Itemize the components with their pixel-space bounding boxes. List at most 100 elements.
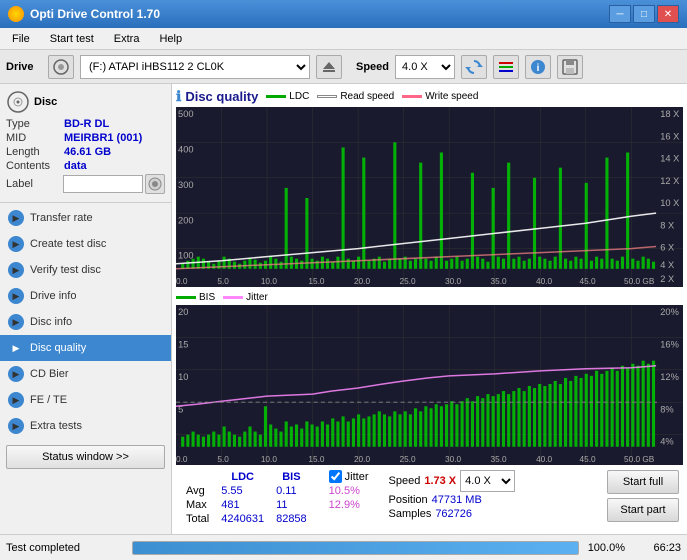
chart-title: ℹ Disc quality [176,88,258,105]
menubar: File Start test Extra Help [0,28,687,50]
nav-drive-info[interactable]: ▶ Drive info [0,283,171,309]
save-icon-btn[interactable] [557,55,583,79]
create-test-disc-icon: ▶ [8,236,24,252]
menu-file[interactable]: File [4,31,38,47]
jitter-checkbox[interactable] [329,470,342,483]
disc-mid-row: MID MEIRBR1 (001) [6,132,165,144]
nav-disc-quality[interactable]: ▶ Disc quality [0,335,171,361]
main-area: Disc Type BD-R DL MID MEIRBR1 (001) Leng… [0,84,687,534]
svg-text:200: 200 [178,215,194,225]
svg-text:8%: 8% [660,404,673,414]
jitter-max-row: 12.9% [329,499,369,511]
start-full-button[interactable]: Start full [607,470,679,494]
legend-bis: BIS [176,292,215,303]
svg-text:i: i [537,63,540,74]
svg-text:6 X: 6 X [660,243,674,253]
menu-extra[interactable]: Extra [106,31,148,47]
extra-tests-icon: ▶ [8,418,24,434]
speed-select[interactable]: 4.0 X [460,470,515,492]
nav-disc-quality-label: Disc quality [30,342,86,354]
mid-value: MEIRBR1 (001) [64,132,142,144]
svg-text:35.0: 35.0 [491,277,508,286]
svg-text:45.0: 45.0 [580,455,597,464]
legend-write-speed: Write speed [402,91,478,102]
jitter-avg: 10.5% [329,485,360,497]
status-window-button[interactable]: Status window >> [6,445,165,469]
nav-transfer-rate[interactable]: ▶ Transfer rate [0,205,171,231]
nav-disc-info[interactable]: ▶ Disc info [0,309,171,335]
info-icon-btn[interactable]: i [525,55,551,79]
length-label: Length [6,146,64,158]
svg-text:10.0: 10.0 [261,455,278,464]
avg-label: Avg [180,484,215,498]
disc-info-icon: ▶ [8,314,24,330]
jitter-stats: Jitter 10.5% 12.9% [329,470,369,511]
label-label: Label [6,178,63,190]
total-ldc: 4240631 [215,512,270,526]
total-bis: 82858 [270,512,313,526]
svg-text:20%: 20% [660,307,679,317]
verify-test-disc-icon: ▶ [8,262,24,278]
max-bis: 11 [270,498,313,512]
samples-value: 762726 [435,508,472,520]
mid-label: MID [6,132,64,144]
stats-row: LDC BIS Avg 5.55 0.11 Max 481 11 Total [176,468,683,528]
settings-icon-btn[interactable] [493,55,519,79]
menu-start-test[interactable]: Start test [42,31,102,47]
left-panel: Disc Type BD-R DL MID MEIRBR1 (001) Leng… [0,84,172,534]
nav-cd-bier[interactable]: ▶ CD Bier [0,361,171,387]
type-label: Type [6,118,64,130]
svg-text:8 X: 8 X [660,220,674,230]
window-controls[interactable]: ─ □ ✕ [609,5,679,23]
nav-fe-te[interactable]: ▶ FE / TE [0,387,171,413]
svg-text:20: 20 [178,307,188,317]
close-button[interactable]: ✕ [657,5,679,23]
label-input[interactable] [63,175,143,193]
svg-text:5.0: 5.0 [217,455,229,464]
top-chart: 500 400 300 200 100 18 X 16 X 14 X 12 X … [176,107,683,287]
nav-verify-test-disc[interactable]: ▶ Verify test disc [0,257,171,283]
svg-text:15: 15 [178,340,188,350]
svg-text:12 X: 12 X [660,176,679,186]
disc-length-row: Length 46.61 GB [6,146,165,158]
bottom-chart-svg: 20 15 10 5 20% 16% 12% 8% 4% 0.0 5.0 10.… [176,305,683,465]
read-speed-color [317,95,337,98]
minimize-button[interactable]: ─ [609,5,631,23]
svg-text:4%: 4% [660,437,673,447]
legend-jitter: Jitter [223,292,268,303]
nav-create-test-disc[interactable]: ▶ Create test disc [0,231,171,257]
start-part-button[interactable]: Start part [607,498,679,522]
titlebar-left: Opti Drive Control 1.70 [8,6,160,22]
max-label: Max [180,498,215,512]
speed-select[interactable]: 4.0 X [395,55,455,79]
disc-title: Disc [6,90,165,114]
col-bis: BIS [270,470,313,484]
jitter-label: Jitter [345,471,369,483]
statusbar: Test completed 100.0% 66:23 [0,534,687,560]
maximize-button[interactable]: □ [633,5,655,23]
drive-info-icon: ▶ [8,288,24,304]
chart-icon: ℹ [176,88,181,105]
disc-icon [6,90,30,114]
drive-icon-btn[interactable] [48,55,74,79]
avg-bis: 0.11 [270,484,313,498]
svg-text:35.0: 35.0 [491,455,508,464]
fe-te-icon: ▶ [8,392,24,408]
drive-select[interactable]: (F:) ATAPI iHBS112 2 CL0K [80,55,310,79]
nav-extra-tests[interactable]: ▶ Extra tests [0,413,171,439]
eject-icon-btn[interactable] [316,55,342,79]
nav-cd-bier-label: CD Bier [30,368,69,380]
svg-text:100: 100 [178,251,194,261]
label-icon-btn[interactable] [145,174,165,194]
svg-text:40.0: 40.0 [536,277,553,286]
speed-stats: Speed 1.73 X 4.0 X Position 47731 MB Sam… [389,470,516,520]
status-time: 66:23 [631,542,681,554]
titlebar: Opti Drive Control 1.70 ─ □ ✕ [0,0,687,28]
menu-help[interactable]: Help [151,31,190,47]
nav-drive-info-label: Drive info [30,290,76,302]
refresh-icon-btn[interactable] [461,55,487,79]
svg-text:16%: 16% [660,340,679,350]
svg-text:300: 300 [178,180,194,190]
svg-text:10 X: 10 X [660,198,679,208]
progress-percent: 100.0% [585,542,625,554]
